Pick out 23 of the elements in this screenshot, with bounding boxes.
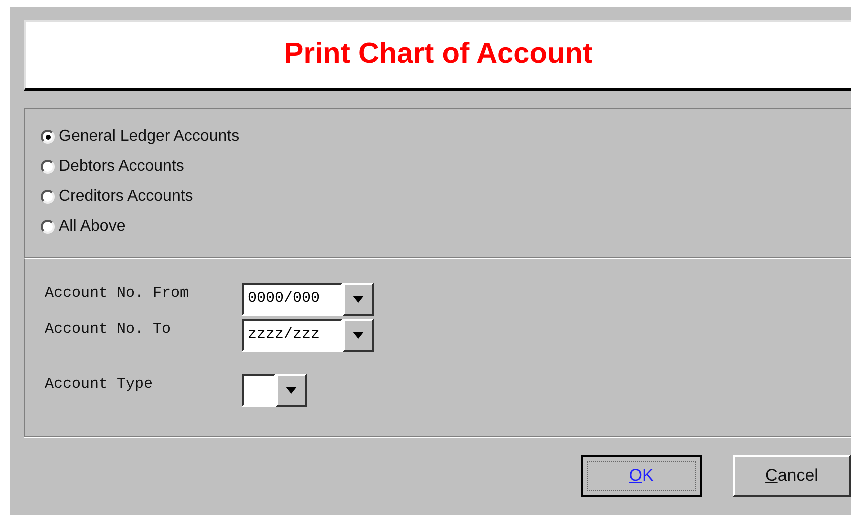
field-label: Account No. From (45, 284, 190, 304)
radio-button[interactable] (41, 160, 55, 174)
radio-label: Debtors Accounts (59, 157, 184, 177)
caret-down-icon (353, 332, 364, 339)
combo-field[interactable] (242, 374, 276, 407)
radio-button[interactable] (41, 220, 55, 234)
radio-button[interactable] (41, 190, 55, 204)
caret-down-icon (286, 387, 297, 394)
field-label: Account No. To (45, 320, 172, 340)
combo-field[interactable]: 0000/000 (242, 283, 343, 316)
dialog-button[interactable]: Cancel (733, 455, 851, 497)
dropdown-button[interactable] (343, 283, 374, 316)
combo-field[interactable]: zzzz/zzz (242, 319, 343, 352)
radio-button[interactable] (41, 130, 55, 144)
dropdown-button[interactable] (343, 319, 374, 352)
caret-down-icon (353, 296, 364, 303)
dropdown-button[interactable] (276, 374, 307, 407)
radio-label: General Ledger Accounts (59, 127, 240, 147)
field-label: Account Type (45, 375, 154, 395)
dialog-button[interactable]: OK (581, 455, 702, 497)
radio-label: Creditors Accounts (59, 187, 194, 207)
dialog-title: Print Chart of Account (284, 37, 593, 72)
radio-label: All Above (59, 217, 126, 237)
